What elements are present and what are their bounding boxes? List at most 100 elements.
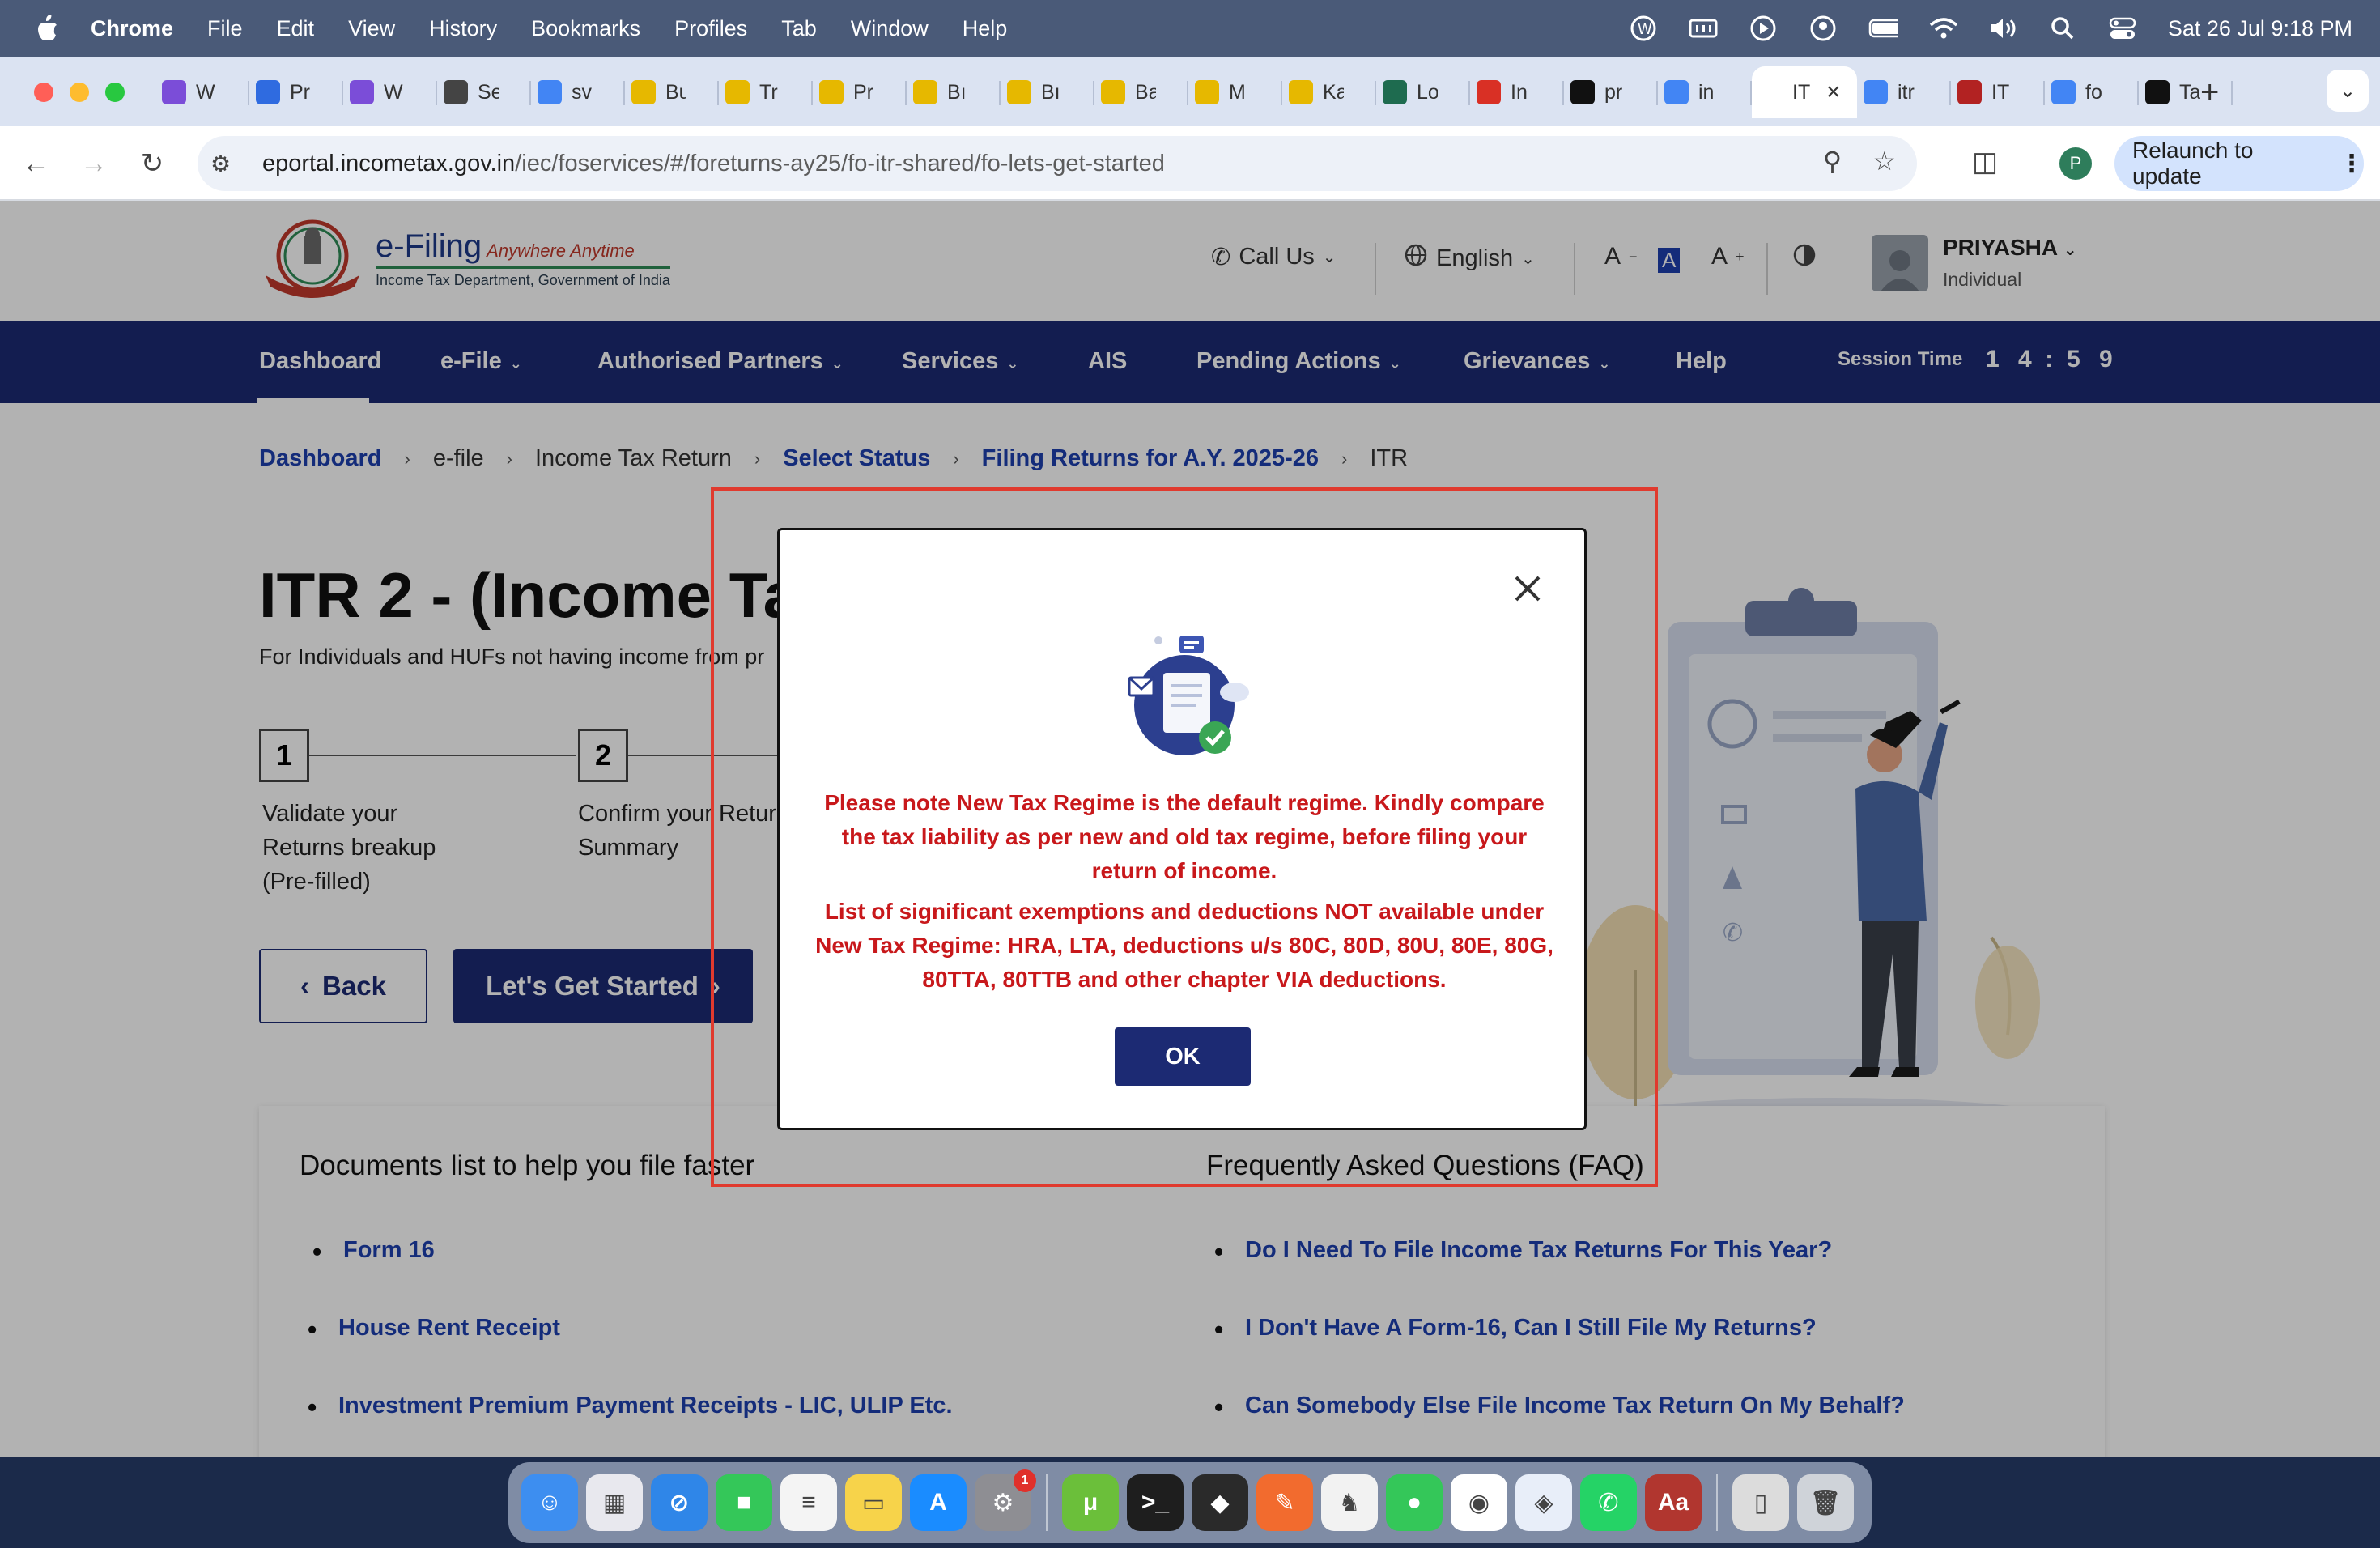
tab-title: in <box>1698 80 1715 104</box>
browser-tab[interactable]: Lo <box>1376 66 1470 118</box>
browser-tab[interactable]: Bı <box>1001 66 1094 118</box>
menu-bookmarks[interactable]: Bookmarks <box>531 16 640 41</box>
leaf-icon <box>1383 80 1407 104</box>
facetime-icon[interactable]: ■ <box>716 1474 772 1531</box>
browser-tab[interactable]: Tr <box>719 66 813 118</box>
star-app-icon <box>162 80 186 104</box>
extensions-puzzle-icon[interactable]: ◫ <box>1972 146 1998 178</box>
tax-regime-dialog: Please note New Tax Regime is the defaul… <box>777 528 1587 1130</box>
terminal-icon[interactable]: >_ <box>1127 1474 1184 1531</box>
menu-history[interactable]: History <box>429 16 497 41</box>
back-arrow-icon[interactable]: ← <box>16 144 55 183</box>
relaunch-to-update-button[interactable]: Relaunch to update ⋮ <box>2114 136 2364 191</box>
chrome-tab-strip: W Pr W Se sv Bu Tr Pr Bı Bı Ba M Ka Lo In pr in IT × itr IT f… <box>0 57 2380 126</box>
memory-icon[interactable] <box>1689 14 1718 43</box>
messages-icon[interactable]: ● <box>1386 1474 1443 1531</box>
shield-app-icon[interactable]: ◈ <box>1515 1474 1572 1531</box>
menu-help[interactable]: Help <box>963 16 1008 41</box>
minimize-window-button[interactable] <box>70 83 89 102</box>
address-bar[interactable]: ⚙ eportal.incometax.gov.in/iec/foservice… <box>198 136 1917 191</box>
browser-tab[interactable]: M <box>1188 66 1282 118</box>
key-icon[interactable]: ⚲ <box>1823 146 1842 176</box>
browser-tab[interactable]: sv <box>531 66 625 118</box>
browser-tab[interactable]: In <box>1470 66 1564 118</box>
ok-button[interactable]: OK <box>1115 1027 1251 1086</box>
menu-file[interactable]: File <box>207 16 243 41</box>
reload-icon[interactable]: ↻ <box>133 144 172 183</box>
notes-icon[interactable]: ▭ <box>845 1474 902 1531</box>
apple-logo-icon[interactable] <box>31 12 63 45</box>
menubar-clock[interactable]: Sat 26 Jul 9:18 PM <box>2168 16 2352 41</box>
reminders-icon[interactable]: ≡ <box>780 1474 837 1531</box>
browser-tab[interactable]: W <box>155 66 249 118</box>
tab-search-chevron-icon[interactable]: ⌄ <box>2327 70 2369 112</box>
safari-icon[interactable]: ⊘ <box>651 1474 708 1531</box>
browser-tab[interactable]: IT <box>1951 66 2045 118</box>
wifi-icon[interactable] <box>1928 14 1957 43</box>
browser-tab[interactable]: Pr <box>249 66 343 118</box>
browser-tab[interactable]: Bu <box>625 66 719 118</box>
browser-tab[interactable]: Bı <box>907 66 1001 118</box>
browser-tab[interactable]: Se <box>437 66 531 118</box>
utorrent-icon[interactable]: μ <box>1062 1474 1119 1531</box>
chrome-icon[interactable]: ◉ <box>1451 1474 1507 1531</box>
menu-tab[interactable]: Tab <box>781 16 817 41</box>
tab-title: Bı <box>1041 80 1060 104</box>
site-settings-icon[interactable]: ⚙ <box>210 151 243 177</box>
close-icon[interactable] <box>1511 572 1544 605</box>
google-icon <box>538 80 562 104</box>
url-text[interactable]: eportal.incometax.gov.in/iec/foservices/… <box>262 151 1165 177</box>
spotlight-search-icon[interactable] <box>2048 14 2077 43</box>
zoom-window-button[interactable] <box>105 83 125 102</box>
tab-title: fo <box>2085 80 2102 104</box>
whatsapp-icon[interactable]: ✆ <box>1580 1474 1637 1531</box>
menu-profiles[interactable]: Profiles <box>674 16 747 41</box>
browser-tab[interactable]: IT × <box>1752 66 1857 118</box>
menu-window[interactable]: Window <box>851 16 929 41</box>
forward-arrow-icon[interactable]: → <box>74 144 113 183</box>
media-play-icon[interactable] <box>1749 14 1778 43</box>
menu-view[interactable]: View <box>348 16 395 41</box>
reader-icon[interactable]: ♞ <box>1321 1474 1378 1531</box>
wordpress-icon[interactable]: W <box>1629 14 1658 43</box>
finder-icon[interactable]: ☺ <box>521 1474 578 1531</box>
close-tab-icon[interactable]: × <box>1826 79 1841 106</box>
system-settings-icon[interactable]: ⚙ 1 <box>975 1469 1036 1531</box>
control-center-icon[interactable] <box>2108 14 2137 43</box>
window-controls <box>34 83 125 102</box>
coin-icon <box>1289 80 1313 104</box>
coin-icon <box>1007 80 1031 104</box>
browser-tab[interactable]: pr <box>1564 66 1658 118</box>
browser-tab[interactable]: itr <box>1857 66 1951 118</box>
google-icon <box>1664 80 1689 104</box>
bookmark-star-icon[interactable]: ☆ <box>1872 146 1896 176</box>
browser-tab[interactable]: W <box>343 66 437 118</box>
browser-tab[interactable]: Ba <box>1094 66 1188 118</box>
tab-title: In <box>1511 80 1528 104</box>
tab-title: Pr <box>290 80 310 104</box>
tab-title: Pr <box>853 80 873 104</box>
preview-icon[interactable]: ▯ <box>1732 1474 1789 1531</box>
tab-title: itr <box>1898 80 1915 104</box>
app-store-icon[interactable]: A <box>910 1474 967 1531</box>
battery-icon[interactable] <box>1868 14 1898 43</box>
more-menu-icon[interactable]: ⋮ <box>2340 150 2364 178</box>
profile-avatar[interactable]: P <box>2059 147 2092 180</box>
close-window-button[interactable] <box>34 83 53 102</box>
pen-app-icon[interactable]: ✎ <box>1256 1474 1313 1531</box>
menu-chrome[interactable]: Chrome <box>91 16 173 41</box>
new-tab-button[interactable]: + <box>2200 74 2219 111</box>
user-account-icon[interactable] <box>1808 14 1838 43</box>
menu-edit[interactable]: Edit <box>277 16 315 41</box>
tab-list: W Pr W Se sv Bu Tr Pr Bı Bı Ba M Ka Lo In pr in IT × itr IT f… <box>155 66 2233 118</box>
browser-tab[interactable]: Pr <box>813 66 907 118</box>
launchpad-icon[interactable]: ▦ <box>586 1474 643 1531</box>
browser-tab[interactable]: Ka <box>1282 66 1376 118</box>
volume-icon[interactable] <box>1988 14 2017 43</box>
package-icon[interactable]: ◆ <box>1192 1474 1248 1531</box>
tab-title: Tr <box>759 80 778 104</box>
dictionary-icon[interactable]: Aa <box>1645 1474 1702 1531</box>
browser-tab[interactable]: fo <box>2045 66 2139 118</box>
browser-tab[interactable]: in <box>1658 66 1752 118</box>
trash-icon[interactable]: 🗑 <box>1797 1474 1854 1531</box>
